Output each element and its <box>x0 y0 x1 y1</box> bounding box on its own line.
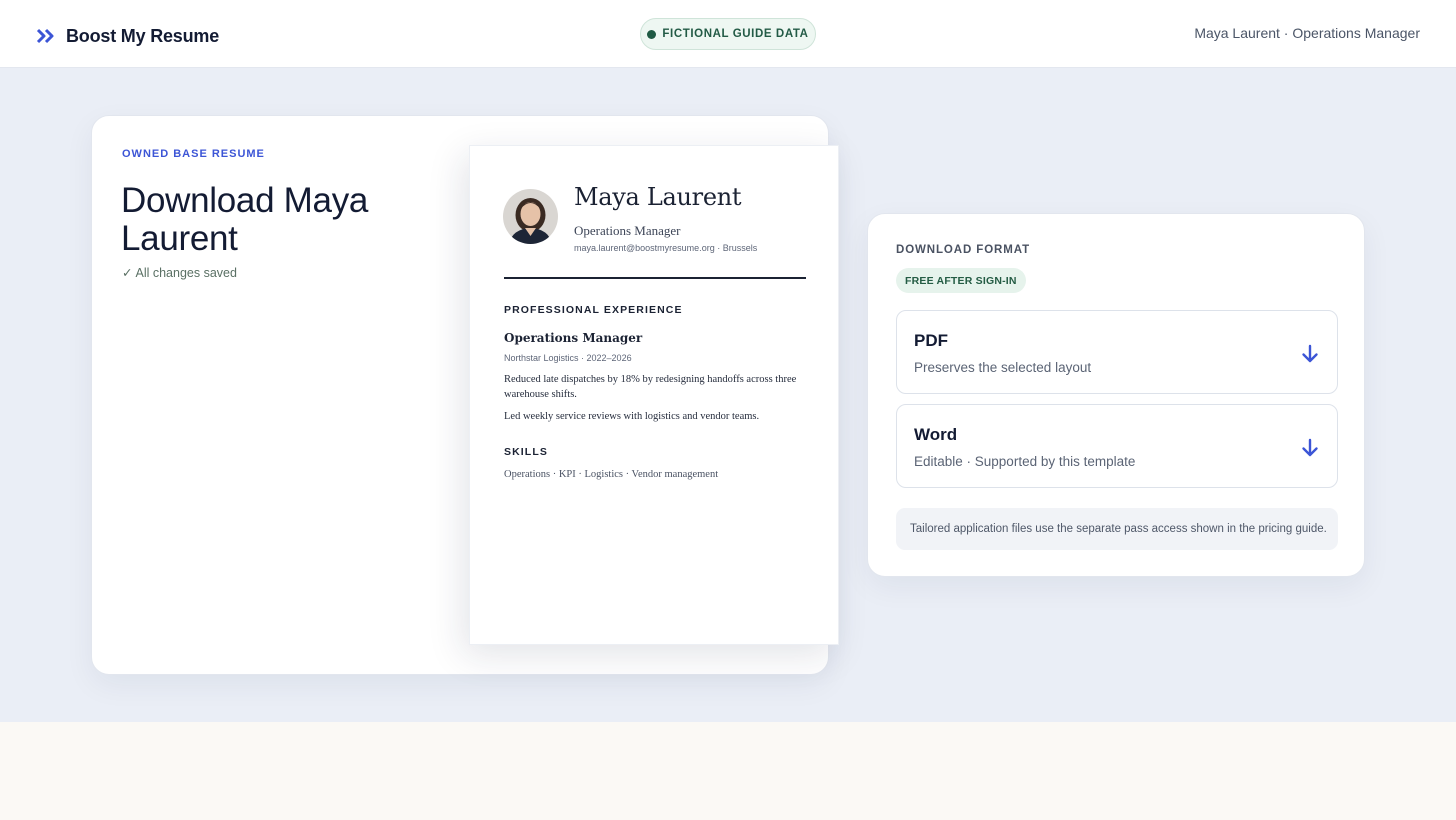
avatar-portrait-icon <box>503 189 558 244</box>
download-format-heading: DOWNLOAD FORMAT <box>896 244 1031 256</box>
option-subtitle: Preserves the selected layout <box>914 360 1092 375</box>
resume-name: Maya Laurent <box>574 183 742 211</box>
option-title: Word <box>914 425 958 444</box>
download-arrow-icon <box>1302 438 1318 457</box>
download-format-card: DOWNLOAD FORMAT FREE AFTER SIGN-IN PDF P… <box>867 213 1365 577</box>
main-stage: OWNED BASE RESUME Download Maya Laurent … <box>0 68 1456 722</box>
status-badge: FREE AFTER SIGN-IN <box>896 268 1026 293</box>
pricing-note: Tailored application files use the separ… <box>896 508 1338 550</box>
resume-divider <box>504 277 806 279</box>
resume-role: Operations Manager <box>574 223 681 238</box>
download-word-button[interactable]: Word Editable · Supported by this templa… <box>896 404 1338 488</box>
badge-label: FREE AFTER SIGN-IN <box>905 274 1017 287</box>
guide-data-pill: FICTIONAL GUIDE DATA <box>640 18 816 50</box>
top-bar: Boost My Resume FICTIONAL GUIDE DATA May… <box>0 0 1456 68</box>
resume-contact: maya.laurent@boostmyresume.org · Brussel… <box>574 243 758 253</box>
skills-heading: SKILLS <box>504 446 548 458</box>
user-meta: Maya Laurent · Operations Manager <box>1194 25 1420 41</box>
save-status: ✓ All changes saved <box>122 265 237 281</box>
job-title: Operations Manager <box>504 331 643 345</box>
option-subtitle: Editable · Supported by this template <box>914 454 1136 469</box>
resume-preview: Maya Laurent Operations Manager maya.lau… <box>469 145 839 645</box>
job-bullet: Led weekly service reviews with logistic… <box>504 411 760 422</box>
option-title: PDF <box>914 331 948 350</box>
pricing-note-text: Tailored application files use the separ… <box>910 523 1327 535</box>
save-status-text: All changes saved <box>135 265 237 280</box>
double-chevron-right-icon <box>36 28 54 44</box>
job-company: Northstar Logistics · 2022–2026 <box>504 353 632 363</box>
download-pdf-button[interactable]: PDF Preserves the selected layout <box>896 310 1338 394</box>
guide-data-label: FICTIONAL GUIDE DATA <box>662 28 809 40</box>
page-title: Download Maya Laurent <box>121 181 369 258</box>
status-dot-icon <box>647 29 657 39</box>
download-arrow-icon <box>1302 344 1318 363</box>
check-icon: ✓ <box>122 266 133 280</box>
job-bullet: Reduced late dispatches by 18% by redesi… <box>504 374 797 400</box>
brand-name: Boost My Resume <box>66 25 220 46</box>
section-eyebrow: OWNED BASE RESUME <box>122 148 265 160</box>
avatar <box>503 189 558 244</box>
experience-heading: PROFESSIONAL EXPERIENCE <box>504 304 683 316</box>
skills-list: Operations · KPI · Logistics · Vendor ma… <box>504 469 719 480</box>
brand-logo[interactable]: Boost My Resume <box>36 24 219 48</box>
